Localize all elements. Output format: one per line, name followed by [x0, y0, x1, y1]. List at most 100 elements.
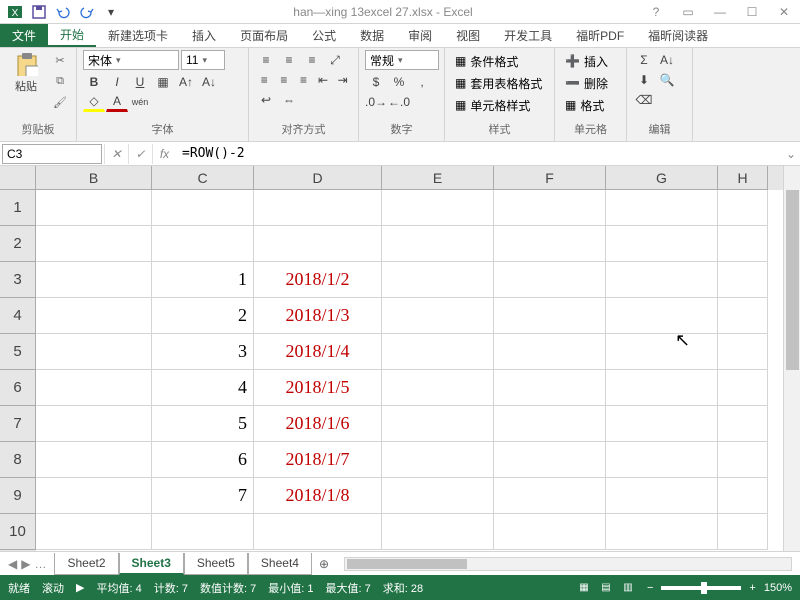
close-icon[interactable]: ✕ [772, 2, 796, 22]
cell-E7[interactable] [382, 406, 494, 442]
row-header-7[interactable]: 7 [0, 406, 36, 442]
row-header-3[interactable]: 3 [0, 262, 36, 298]
number-format-combo[interactable]: 常规▾ [365, 50, 439, 70]
cell-C8[interactable]: 6 [152, 442, 254, 478]
cell-G1[interactable] [606, 190, 718, 226]
cell-B3[interactable] [36, 262, 152, 298]
cell-D6[interactable]: 2018/1/5 [254, 370, 382, 406]
cell-C4[interactable]: 2 [152, 298, 254, 334]
cell-B9[interactable] [36, 478, 152, 514]
cell-H1[interactable] [718, 190, 768, 226]
fill-icon[interactable]: ⬇ [633, 70, 655, 90]
tab-home[interactable]: 开始 [48, 24, 96, 47]
cell-G9[interactable] [606, 478, 718, 514]
align-right-icon[interactable]: ≡ [294, 70, 313, 90]
col-header-C[interactable]: C [152, 166, 254, 190]
cell-H6[interactable] [718, 370, 768, 406]
phonetic-button[interactable]: wén [129, 92, 151, 112]
cell-G8[interactable] [606, 442, 718, 478]
cell-H7[interactable] [718, 406, 768, 442]
font-size-combo[interactable]: 11▾ [181, 50, 225, 70]
find-icon[interactable]: 🔍 [656, 70, 678, 90]
cell-B4[interactable] [36, 298, 152, 334]
view-normal-icon[interactable]: ▦ [573, 579, 595, 597]
cell-F5[interactable] [494, 334, 606, 370]
cell-B10[interactable] [36, 514, 152, 550]
row-header-6[interactable]: 6 [0, 370, 36, 406]
cell-H8[interactable] [718, 442, 768, 478]
cell-H2[interactable] [718, 226, 768, 262]
cell-E4[interactable] [382, 298, 494, 334]
cell-C3[interactable]: 1 [152, 262, 254, 298]
cell-E8[interactable] [382, 442, 494, 478]
cell-D8[interactable]: 2018/1/7 [254, 442, 382, 478]
cell-G3[interactable] [606, 262, 718, 298]
tab-developer[interactable]: 开发工具 [492, 24, 564, 47]
cell-F7[interactable] [494, 406, 606, 442]
row-header-2[interactable]: 2 [0, 226, 36, 262]
cell-C5[interactable]: 3 [152, 334, 254, 370]
zoom-out-icon[interactable]: − [647, 582, 653, 594]
cell-F8[interactable] [494, 442, 606, 478]
font-color-button[interactable]: A [106, 92, 128, 112]
cell-D3[interactable]: 2018/1/2 [254, 262, 382, 298]
col-header-H[interactable]: H [718, 166, 768, 190]
paste-button[interactable]: 粘贴 [6, 50, 46, 96]
cell-B8[interactable] [36, 442, 152, 478]
fx-icon[interactable]: fx [152, 144, 176, 164]
maximize-icon[interactable]: ☐ [740, 2, 764, 22]
scroll-thumb[interactable] [786, 190, 799, 370]
autosum-icon[interactable]: Σ [633, 50, 655, 70]
view-pagebreak-icon[interactable]: ▥ [617, 579, 639, 597]
cell-C7[interactable]: 5 [152, 406, 254, 442]
cell-G6[interactable] [606, 370, 718, 406]
cell-E3[interactable] [382, 262, 494, 298]
cell-C10[interactable] [152, 514, 254, 550]
sheet-tab-sheet5[interactable]: Sheet5 [184, 553, 248, 575]
vertical-scrollbar[interactable] [783, 166, 800, 551]
cell-G4[interactable] [606, 298, 718, 334]
sheet-menu-icon[interactable]: … [34, 557, 46, 571]
row-header-4[interactable]: 4 [0, 298, 36, 334]
indent-increase-icon[interactable]: ⇥ [333, 70, 352, 90]
help-icon[interactable]: ? [644, 2, 668, 22]
tab-review[interactable]: 审阅 [396, 24, 444, 47]
cell-D9[interactable]: 2018/1/8 [254, 478, 382, 514]
cell-E9[interactable] [382, 478, 494, 514]
accept-formula-icon[interactable]: ✓ [128, 144, 152, 164]
cell-F2[interactable] [494, 226, 606, 262]
add-sheet-button[interactable]: ⊕ [312, 557, 336, 571]
decrease-decimal-icon[interactable]: ←.0 [388, 92, 410, 112]
cell-F1[interactable] [494, 190, 606, 226]
align-bottom-icon[interactable]: ≡ [301, 50, 323, 70]
tab-file[interactable]: 文件 [0, 24, 48, 47]
col-header-G[interactable]: G [606, 166, 718, 190]
cell-E2[interactable] [382, 226, 494, 262]
italic-button[interactable]: I [106, 72, 128, 92]
cell-G10[interactable] [606, 514, 718, 550]
increase-font-icon[interactable]: A↑ [175, 72, 197, 92]
cell-D4[interactable]: 2018/1/3 [254, 298, 382, 334]
name-box[interactable]: C3 [2, 144, 102, 164]
redo-icon[interactable] [76, 2, 98, 22]
cell-styles-button[interactable]: ▦单元格样式 [451, 94, 548, 116]
cut-icon[interactable]: ✂ [50, 50, 70, 70]
cancel-formula-icon[interactable]: ✕ [104, 144, 128, 164]
tab-foxitpdf[interactable]: 福昕PDF [564, 24, 636, 47]
cell-F9[interactable] [494, 478, 606, 514]
increase-decimal-icon[interactable]: .0→ [365, 92, 387, 112]
grid-cells[interactable]: 12018/1/222018/1/332018/1/442018/1/55201… [36, 190, 783, 550]
cell-B1[interactable] [36, 190, 152, 226]
qat-customize-icon[interactable]: ▾ [100, 2, 122, 22]
tab-pagelayout[interactable]: 页面布局 [228, 24, 300, 47]
tab-view[interactable]: 视图 [444, 24, 492, 47]
decrease-font-icon[interactable]: A↓ [198, 72, 220, 92]
cell-H9[interactable] [718, 478, 768, 514]
zoom-level[interactable]: 150% [764, 582, 792, 594]
save-icon[interactable] [28, 2, 50, 22]
cell-B5[interactable] [36, 334, 152, 370]
cell-C2[interactable] [152, 226, 254, 262]
copy-icon[interactable]: ⧉ [50, 71, 70, 91]
cell-G7[interactable] [606, 406, 718, 442]
col-header-E[interactable]: E [382, 166, 494, 190]
